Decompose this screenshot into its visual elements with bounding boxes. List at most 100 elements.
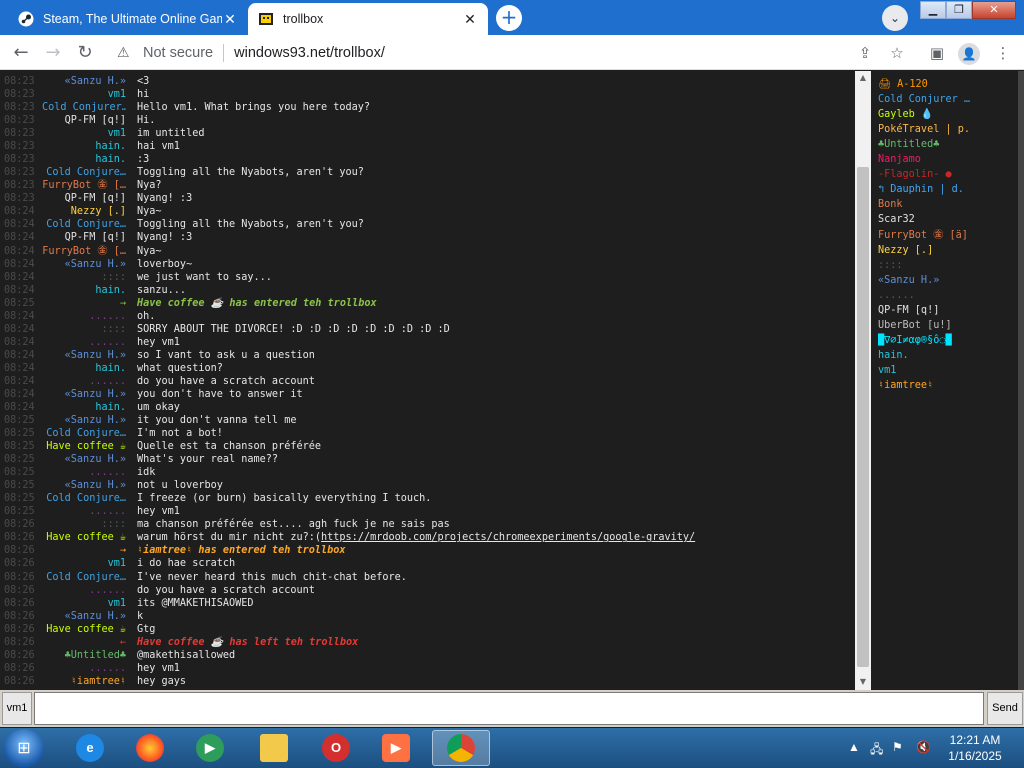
user-list-item[interactable]: Cold Conjurer … xyxy=(878,92,1020,107)
message-nickname[interactable]: ...... xyxy=(42,662,126,675)
back-icon[interactable]: ← xyxy=(8,40,34,66)
message-nickname[interactable]: «Sanzu H.» xyxy=(42,453,126,466)
close-window-icon[interactable]: ✕ xyxy=(972,1,1016,19)
message-nickname[interactable]: hain. xyxy=(42,401,126,414)
message-nickname[interactable]: «Sanzu H.» xyxy=(42,258,126,271)
scroll-down-icon[interactable]: ▼ xyxy=(855,675,871,689)
message-nickname[interactable]: :::: xyxy=(42,518,126,531)
show-hidden-icons-icon[interactable]: ▲ xyxy=(848,740,860,754)
message-nickname[interactable]: ...... xyxy=(42,310,126,323)
message-nickname[interactable]: ...... xyxy=(42,466,126,479)
message-nickname[interactable]: «Sanzu H.» xyxy=(42,610,126,623)
taskbar-ie[interactable]: e xyxy=(64,730,116,766)
message-nickname[interactable]: QP-FM [q!] xyxy=(42,192,126,205)
action-center-flag-icon[interactable]: ⚑ xyxy=(892,740,903,754)
message-nickname[interactable]: Cold Conjure… xyxy=(42,218,126,231)
message-nickname[interactable]: ♣Untitled♣ xyxy=(42,649,126,662)
taskbar-opera[interactable]: O xyxy=(310,730,362,766)
user-list-item[interactable]: FurryBot ㊎ [ä] xyxy=(878,228,1020,243)
profile-avatar-icon[interactable]: 👤 xyxy=(956,40,982,66)
message-nickname[interactable]: Cold Conjurer… xyxy=(42,101,126,114)
user-list-item[interactable]: :::: xyxy=(878,258,1020,273)
menu-kebab-icon[interactable]: ⋮ xyxy=(990,40,1016,66)
user-list-item[interactable]: -Flagolin- ● xyxy=(878,167,1020,182)
message-nickname[interactable]: vm1 xyxy=(42,88,126,101)
forward-icon[interactable]: → xyxy=(40,40,66,66)
taskbar-firefox[interactable] xyxy=(124,730,176,766)
volume-muted-icon[interactable]: 🔇 xyxy=(916,740,931,754)
user-list-item[interactable]: ...... xyxy=(878,288,1020,303)
user-list-item[interactable]: QP-FM [q!] xyxy=(878,303,1020,318)
clock-date[interactable]: 1/16/2025 xyxy=(940,749,1010,763)
message-nickname[interactable]: hain. xyxy=(42,284,126,297)
user-list-item[interactable]: Scar32 xyxy=(878,212,1020,227)
message-nickname[interactable]: Cold Conjure… xyxy=(42,427,126,440)
message-nickname[interactable]: :::: xyxy=(42,323,126,336)
user-list-item[interactable]: UberBot [u!] xyxy=(878,318,1020,333)
message-nickname[interactable]: ♮iamtree♮ xyxy=(42,675,126,688)
message-nickname[interactable]: Cold Conjure… xyxy=(42,492,126,505)
message-nickname[interactable]: Have coffee ☕ xyxy=(42,440,126,453)
message-nickname[interactable]: Cold Conjure… xyxy=(42,166,126,179)
user-list-item[interactable]: «Sanzu H.» xyxy=(878,273,1020,288)
user-list-item[interactable]: Gayleb 💧 xyxy=(878,107,1020,122)
message-nickname[interactable]: QP-FM [q!] xyxy=(42,114,126,127)
tab-trollbox[interactable]: trollbox ✕ xyxy=(248,3,488,35)
chat-scrollbar[interactable]: ▲ ▼ xyxy=(855,71,871,690)
message-nickname[interactable]: hain. xyxy=(42,140,126,153)
message-nickname[interactable]: ...... xyxy=(42,505,126,518)
message-nickname[interactable]: Nezzy [.] xyxy=(42,205,126,218)
message-nickname[interactable]: Have coffee ☕ xyxy=(42,531,126,544)
reload-icon[interactable]: ↻ xyxy=(72,40,98,66)
user-list-scrollbar[interactable] xyxy=(1018,71,1024,690)
message-link[interactable]: https://mrdoob.com/projects/chromeexperi… xyxy=(321,532,695,543)
tab-search-icon[interactable]: ⌄ xyxy=(882,5,908,31)
taskbar-media[interactable]: ▶ xyxy=(184,730,236,766)
message-nickname[interactable]: ...... xyxy=(42,375,126,388)
security-label[interactable]: Not secure xyxy=(143,45,213,61)
message-nickname[interactable]: hain. xyxy=(42,362,126,375)
message-nickname[interactable]: → xyxy=(42,297,126,310)
user-list-item[interactable]: Nezzy [.] xyxy=(878,243,1020,258)
close-tab-icon[interactable]: ✕ xyxy=(462,11,478,28)
user-list-item[interactable]: ♣Untitled♣ xyxy=(878,137,1020,152)
new-tab-button[interactable]: + xyxy=(496,5,522,31)
message-nickname[interactable]: ...... xyxy=(42,336,126,349)
user-list-item[interactable]: █∇∅Ι≠αφ®§ô◌█ xyxy=(878,333,1020,348)
message-nickname[interactable]: ...... xyxy=(42,584,126,597)
message-input[interactable] xyxy=(34,692,984,725)
message-nickname[interactable]: «Sanzu H.» xyxy=(42,349,126,362)
taskbar-chrome[interactable] xyxy=(432,730,490,766)
message-nickname[interactable]: FurryBot ㊎ [… xyxy=(42,179,126,192)
restore-icon[interactable]: ❐ xyxy=(946,1,972,19)
minimize-icon[interactable]: ▁ xyxy=(920,1,946,19)
message-nickname[interactable]: ← xyxy=(42,636,126,649)
tab-steam[interactable]: Steam, The Ultimate Online Gam ✕ xyxy=(8,3,248,35)
message-nickname[interactable]: vm1 xyxy=(42,127,126,140)
user-list-item[interactable]: 🖨 A-120 xyxy=(878,77,1020,92)
taskbar-explorer[interactable] xyxy=(248,730,300,766)
message-nickname[interactable]: «Sanzu H.» xyxy=(42,479,126,492)
user-list-item[interactable]: ↰ Dauphin | d. xyxy=(878,182,1020,197)
share-icon[interactable]: ⇪ xyxy=(852,40,878,66)
taskbar-player[interactable]: ▶ xyxy=(370,730,422,766)
network-icon[interactable]: 🖧 xyxy=(870,740,883,761)
message-nickname[interactable]: Have coffee ☕ xyxy=(42,623,126,636)
message-nickname[interactable]: hain. xyxy=(42,153,126,166)
warning-icon[interactable]: ⚠ xyxy=(117,44,137,61)
user-list-item[interactable]: vm1 xyxy=(878,363,1020,378)
message-nickname[interactable]: FurryBot ㊎ [… xyxy=(42,245,126,258)
message-nickname[interactable]: vm1 xyxy=(42,597,126,610)
send-button[interactable]: Send xyxy=(987,692,1023,725)
message-nickname[interactable]: :::: xyxy=(42,271,126,284)
url-text[interactable]: windows93.net/trollbox/ xyxy=(234,45,385,61)
user-list-item[interactable]: hain. xyxy=(878,348,1020,363)
user-list-item[interactable]: ♮iamtree♮ xyxy=(878,378,1020,393)
scroll-thumb[interactable] xyxy=(857,167,869,667)
bookmark-star-icon[interactable]: ☆ xyxy=(884,40,910,66)
message-nickname[interactable]: → xyxy=(42,544,126,557)
message-nickname[interactable]: vm1 xyxy=(42,557,126,570)
message-nickname[interactable]: Cold Conjure… xyxy=(42,571,126,584)
close-tab-icon[interactable]: ✕ xyxy=(222,11,238,28)
message-nickname[interactable]: «Sanzu H.» xyxy=(42,414,126,427)
